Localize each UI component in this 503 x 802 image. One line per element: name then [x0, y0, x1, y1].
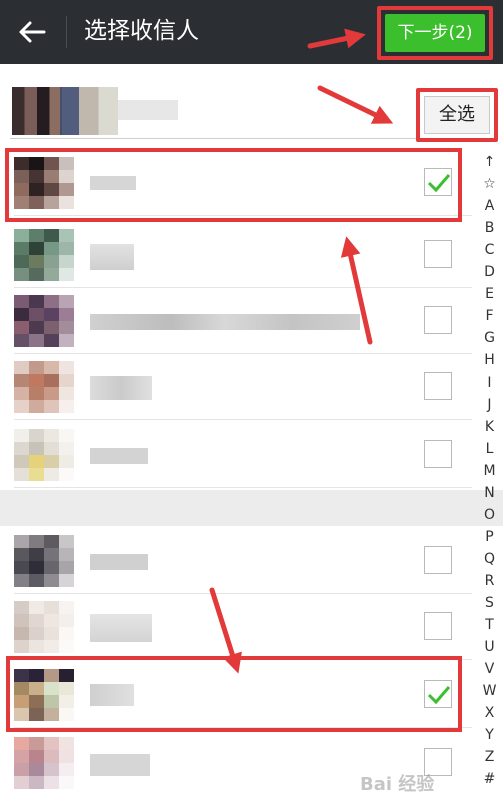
contact-checkbox[interactable] [424, 372, 452, 400]
row-separator [14, 419, 472, 420]
index-letter[interactable]: J [476, 395, 503, 415]
next-step-button[interactable]: 下一步(2) [385, 14, 485, 52]
contact-name-blur [90, 614, 152, 642]
contact-name-blur [90, 448, 148, 464]
contact-checkbox[interactable] [424, 240, 452, 268]
header-divider [66, 16, 67, 48]
index-letter[interactable]: M [476, 461, 503, 481]
contact-checkbox[interactable] [424, 546, 452, 574]
index-letter[interactable]: U [476, 637, 503, 657]
index-letter[interactable]: ↑ [476, 152, 503, 172]
selected-name-blur [118, 100, 178, 120]
index-letter[interactable]: F [476, 306, 503, 326]
list-item[interactable] [0, 354, 472, 420]
next-button-highlight: 下一步(2) [377, 6, 493, 60]
index-letter[interactable]: S [476, 593, 503, 613]
avatar [14, 229, 74, 281]
index-letter[interactable]: L [476, 439, 503, 459]
watermark-text: Bai 经验 [360, 774, 435, 795]
list-item[interactable] [0, 528, 472, 594]
select-all-highlight: 全选 [416, 88, 498, 142]
contact-name-blur [90, 244, 134, 270]
selected-avatar-blur [60, 87, 118, 135]
alphabet-index-bar[interactable]: ↑ ☆ A B C D E F G H I J K L M N O P Q R S T U V W X Y Z # [476, 152, 503, 802]
index-letter[interactable]: I [476, 373, 503, 393]
index-letter[interactable]: R [476, 571, 503, 591]
index-letter[interactable]: ☆ [476, 174, 503, 194]
contact-checkbox[interactable] [424, 306, 452, 334]
index-letter[interactable]: H [476, 350, 503, 370]
selected-row-highlight [5, 148, 462, 222]
index-letter[interactable]: P [476, 527, 503, 547]
index-letter[interactable]: D [476, 262, 503, 282]
strip-underline [10, 138, 416, 139]
index-letter[interactable]: E [476, 284, 503, 304]
index-letter[interactable]: T [476, 615, 503, 635]
index-letter[interactable]: X [476, 703, 503, 723]
contact-name-blur [90, 376, 152, 400]
index-letter[interactable]: K [476, 417, 503, 437]
contact-name-blur [90, 314, 360, 330]
selected-avatar-blur [12, 87, 62, 135]
section-band [0, 490, 503, 526]
selected-row-highlight [6, 656, 462, 732]
avatar [14, 429, 74, 481]
index-letter[interactable]: # [476, 769, 503, 789]
index-letter[interactable]: V [476, 659, 503, 679]
contact-checkbox[interactable] [424, 612, 452, 640]
row-separator [14, 487, 472, 488]
index-letter[interactable]: Q [476, 549, 503, 569]
index-letter[interactable]: C [476, 240, 503, 260]
index-letter[interactable]: N [476, 483, 503, 503]
avatar [14, 295, 74, 347]
avatar [14, 737, 74, 789]
index-letter[interactable]: G [476, 328, 503, 348]
contact-name-blur [90, 554, 148, 570]
avatar [14, 601, 74, 653]
index-letter[interactable]: Z [476, 747, 503, 767]
index-letter[interactable]: O [476, 505, 503, 525]
contact-name-blur [90, 754, 150, 776]
select-all-button[interactable]: 全选 [424, 96, 490, 134]
avatar [14, 361, 74, 413]
page-title: 选择收信人 [84, 18, 199, 44]
list-item[interactable] [0, 594, 472, 660]
avatar [14, 535, 74, 587]
index-letter[interactable]: Y [476, 725, 503, 745]
baidu-jingyan-logo: Bai 经验 [360, 760, 470, 800]
index-letter[interactable]: B [476, 218, 503, 238]
list-item[interactable] [0, 288, 472, 354]
list-item[interactable] [0, 222, 472, 288]
index-letter[interactable]: W [476, 681, 503, 701]
contact-checkbox[interactable] [424, 440, 452, 468]
index-letter[interactable]: A [476, 196, 503, 216]
arrow-left-icon[interactable] [14, 14, 50, 50]
list-item[interactable] [0, 422, 472, 488]
